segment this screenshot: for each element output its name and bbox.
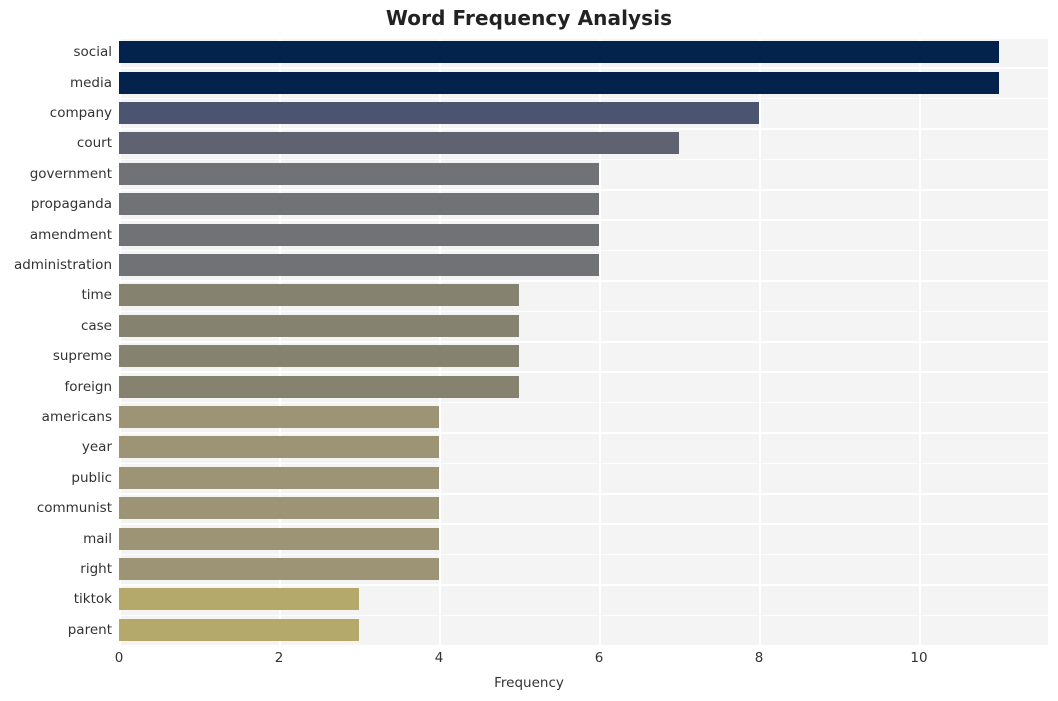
x-axis-tick-label: 0	[114, 650, 124, 666]
y-axis-tick-label: communist	[36, 500, 112, 517]
chart-title: Word Frequency Analysis	[385, 6, 673, 30]
bar	[119, 254, 599, 276]
word-frequency-chart: Word Frequency Analysis social media compa…	[0, 0, 1058, 701]
bar	[119, 102, 759, 124]
y-gridline	[119, 219, 1048, 221]
y-gridline	[119, 401, 1048, 404]
x-axis-tick-labels: 0 2 4 6 8 10	[0, 650, 1058, 672]
bar	[119, 41, 999, 64]
y-gridline	[119, 584, 1048, 586]
y-axis-tick-label: right	[80, 561, 112, 577]
bar	[119, 588, 359, 611]
y-gridline	[119, 97, 1048, 100]
y-axis-labels: social media company court government propaga…	[0, 37, 112, 645]
plot-area	[119, 37, 1048, 645]
bar	[119, 466, 439, 489]
bar	[119, 436, 439, 459]
y-axis-tick-label: public	[71, 469, 112, 486]
bar	[119, 223, 599, 246]
y-gridline	[119, 280, 1048, 282]
bar	[119, 132, 679, 155]
x-axis-tick-label: 2	[274, 650, 284, 666]
bar	[119, 618, 359, 641]
y-axis-tick-label: media	[69, 74, 112, 91]
bar	[119, 406, 439, 428]
y-axis-tick-label: year	[81, 439, 112, 456]
y-gridline	[119, 614, 1048, 617]
y-gridline	[119, 432, 1048, 434]
y-gridline	[119, 341, 1048, 343]
y-gridline	[119, 462, 1048, 465]
x-axis-tick-label: 4	[434, 650, 444, 666]
y-axis-tick-label: tiktok	[73, 591, 112, 608]
bar	[119, 71, 999, 94]
y-gridline	[119, 553, 1048, 556]
y-gridline	[119, 158, 1048, 161]
y-gridline	[119, 189, 1048, 191]
x-axis-tick-label: 10	[910, 650, 928, 666]
bar	[119, 558, 439, 580]
y-axis-tick-label: supreme	[52, 348, 112, 365]
y-axis-tick-label: company	[49, 105, 112, 121]
bar	[119, 193, 599, 216]
y-axis-tick-label: propaganda	[30, 196, 112, 213]
bar	[119, 345, 519, 368]
bar	[119, 162, 599, 185]
y-axis-tick-label: americans	[41, 409, 112, 425]
y-axis-tick-label: social	[73, 44, 113, 61]
y-gridline	[119, 128, 1048, 130]
bar	[119, 375, 519, 398]
y-gridline	[119, 493, 1048, 495]
y-gridline	[119, 37, 1048, 39]
y-axis-tick-label: time	[81, 287, 112, 304]
y-gridline	[119, 67, 1048, 69]
x-axis-tick-label: 6	[594, 650, 604, 666]
y-gridline	[119, 249, 1048, 252]
y-gridline	[119, 310, 1048, 313]
y-axis-tick-label: administration	[13, 257, 112, 273]
x-axis-tick-label: 8	[754, 650, 764, 666]
y-axis-tick-label: government	[29, 165, 112, 182]
y-gridline	[119, 371, 1048, 373]
y-axis-tick-label: foreign	[64, 378, 112, 395]
bar	[119, 527, 439, 550]
y-axis-tick-label: case	[80, 317, 112, 334]
y-axis-tick-label: court	[76, 135, 112, 152]
bar	[119, 497, 439, 520]
bar	[119, 314, 519, 337]
y-gridline	[119, 523, 1048, 525]
x-axis-title: Frequency	[494, 675, 564, 691]
bar	[119, 284, 519, 307]
y-axis-tick-label: parent	[67, 621, 112, 638]
y-axis-tick-label: amendment	[29, 226, 112, 243]
y-axis-tick-label: mail	[83, 530, 112, 547]
